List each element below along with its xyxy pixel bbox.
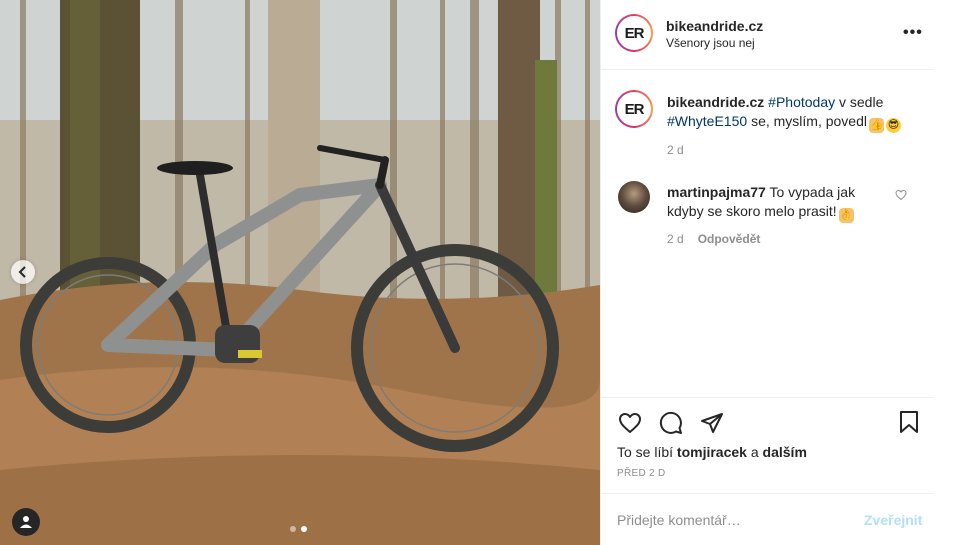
page-margin <box>933 0 960 545</box>
action-bar <box>617 410 725 436</box>
tagged-users-button[interactable] <box>12 508 40 536</box>
carousel-dot-active <box>301 526 307 532</box>
author-username[interactable]: bikeandride.cz <box>666 18 763 34</box>
post-photo[interactable] <box>0 0 600 545</box>
commenter-username[interactable]: martinpajma77 <box>667 184 766 200</box>
comment-input[interactable] <box>617 510 847 530</box>
commenter-avatar[interactable] <box>618 181 650 213</box>
like-button[interactable] <box>617 410 643 436</box>
publish-comment-button[interactable]: Zveřejnit <box>864 512 922 528</box>
comment-icon <box>659 411 682 434</box>
post-details-panel: ER bikeandride.cz Všenory jsou nej ••• E… <box>600 0 934 545</box>
liker-username[interactable]: tomjiracek <box>677 444 747 460</box>
add-comment-bar: Zveřejnit <box>601 493 934 545</box>
caption-fragment: v sedle <box>839 94 884 110</box>
hashtag-link[interactable]: #Photoday <box>768 94 835 110</box>
author-avatar[interactable]: ER <box>615 14 653 52</box>
comment-text: martinpajma77 To vypada jak kdyby se sko… <box>667 183 887 223</box>
comment-meta: 2 d Odpovědět <box>667 232 760 246</box>
comment-timestamp: 2 d <box>667 232 684 246</box>
reply-button[interactable]: Odpovědět <box>698 232 761 246</box>
carousel-dot <box>290 526 296 532</box>
hashtag-link[interactable]: #WhyteE150 <box>667 113 747 129</box>
thumbs-up-icon: 👍 <box>869 118 884 133</box>
bike-photo-scene <box>0 0 600 545</box>
sunglasses-face-icon: 😎 <box>886 118 901 133</box>
other-likers-link[interactable]: dalším <box>763 444 807 460</box>
likes-joiner: a <box>750 444 759 460</box>
comment-like-heart-icon[interactable] <box>895 189 907 201</box>
caption-fragment: se, myslím, povedl <box>751 113 867 129</box>
carousel-indicator <box>290 526 307 532</box>
previous-slide-button[interactable] <box>11 260 35 284</box>
caption-author-avatar[interactable]: ER <box>615 90 653 128</box>
share-icon <box>701 413 723 433</box>
caption-username[interactable]: bikeandride.cz <box>667 94 764 110</box>
save-button[interactable] <box>897 410 923 436</box>
post-timestamp[interactable]: PŘED 2 D <box>617 468 666 479</box>
more-options-icon[interactable]: ••• <box>903 25 923 41</box>
caption-text: bikeandride.cz #Photoday v sedle #WhyteE… <box>667 93 917 133</box>
user-icon <box>20 516 32 528</box>
likes-prefix: To se líbí <box>617 444 674 460</box>
caption-timestamp: 2 d <box>667 143 684 157</box>
share-button[interactable] <box>699 410 725 436</box>
post-location[interactable]: Všenory jsou nej <box>666 36 755 50</box>
post-header: ER bikeandride.cz Všenory jsou nej ••• <box>601 0 934 70</box>
ok-hand-icon: 👌 <box>838 208 854 223</box>
chevron-left-icon <box>18 266 26 278</box>
heart-icon <box>619 413 641 433</box>
bookmark-icon <box>900 411 918 433</box>
comment-button[interactable] <box>658 410 684 436</box>
post-actions-section: To se líbí tomjiracek a dalším PŘED 2 D <box>601 397 934 493</box>
likes-summary: To se líbí tomjiracek a dalším <box>617 444 807 460</box>
